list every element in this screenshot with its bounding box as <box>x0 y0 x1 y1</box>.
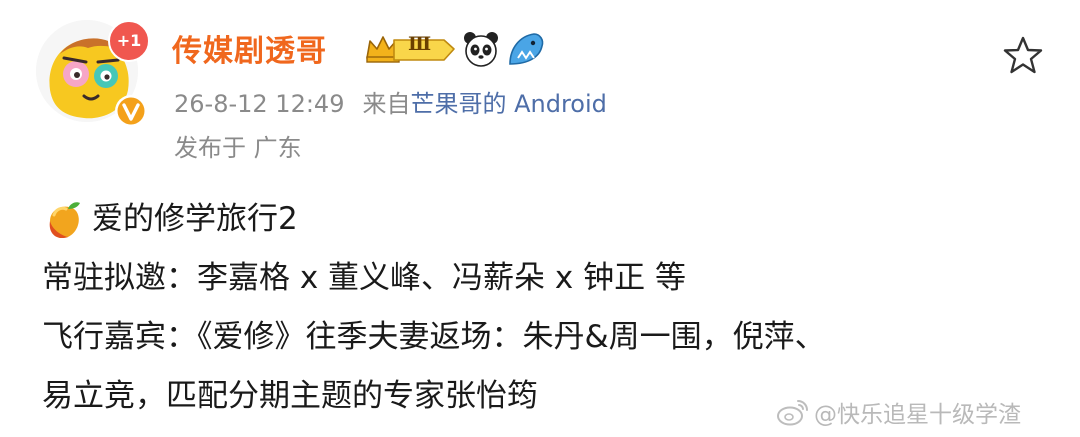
favorite-star-icon[interactable] <box>1002 34 1044 76</box>
watermark-text: @快乐追星十级学渣 <box>814 402 1021 428</box>
author-name[interactable]: 传媒剧透哥 <box>172 26 327 70</box>
source-prefix: 来自 <box>362 90 411 118</box>
post-line: 飞行嘉宾：《爱修》往季夫妻返场：朱丹&周一围，倪萍、 <box>42 319 826 355</box>
post-line: 常驻拟邀：李嘉格 x 董义峰、冯薪朵 x 钟正 等 <box>42 260 686 296</box>
watermark: @快乐追星十级学渣 <box>776 392 1021 432</box>
post-content: 爱的修学旅行2 常驻拟邀：李嘉格 x 董义峰、冯薪朵 x 钟正 等 飞行嘉宾：《… <box>42 190 1052 426</box>
avatar-container[interactable]: +1 <box>36 20 150 127</box>
post-line-text: 爱的修学旅行2 <box>92 201 298 237</box>
notification-badge: +1 <box>108 20 150 62</box>
post-location: 发布于 广东 <box>174 134 302 162</box>
vip-level-label: Ⅲ <box>408 33 432 55</box>
verified-v-icon <box>115 95 147 127</box>
panda-icon[interactable] <box>462 30 500 68</box>
vip-level-badge[interactable]: Ⅲ <box>364 32 456 66</box>
mango-icon <box>49 201 80 238</box>
post-line: 爱的修学旅行2 <box>42 190 1052 249</box>
weibo-icon <box>777 400 808 426</box>
source-link[interactable]: 芒果哥的 Android <box>410 90 606 118</box>
post-meta: 26-8-12 12:49 来自芒果哥的 Android <box>174 84 607 119</box>
shark-icon[interactable] <box>506 30 546 68</box>
user-badges: Ⅲ <box>364 28 546 70</box>
post-time: 26-8-12 12:49 <box>174 90 345 118</box>
